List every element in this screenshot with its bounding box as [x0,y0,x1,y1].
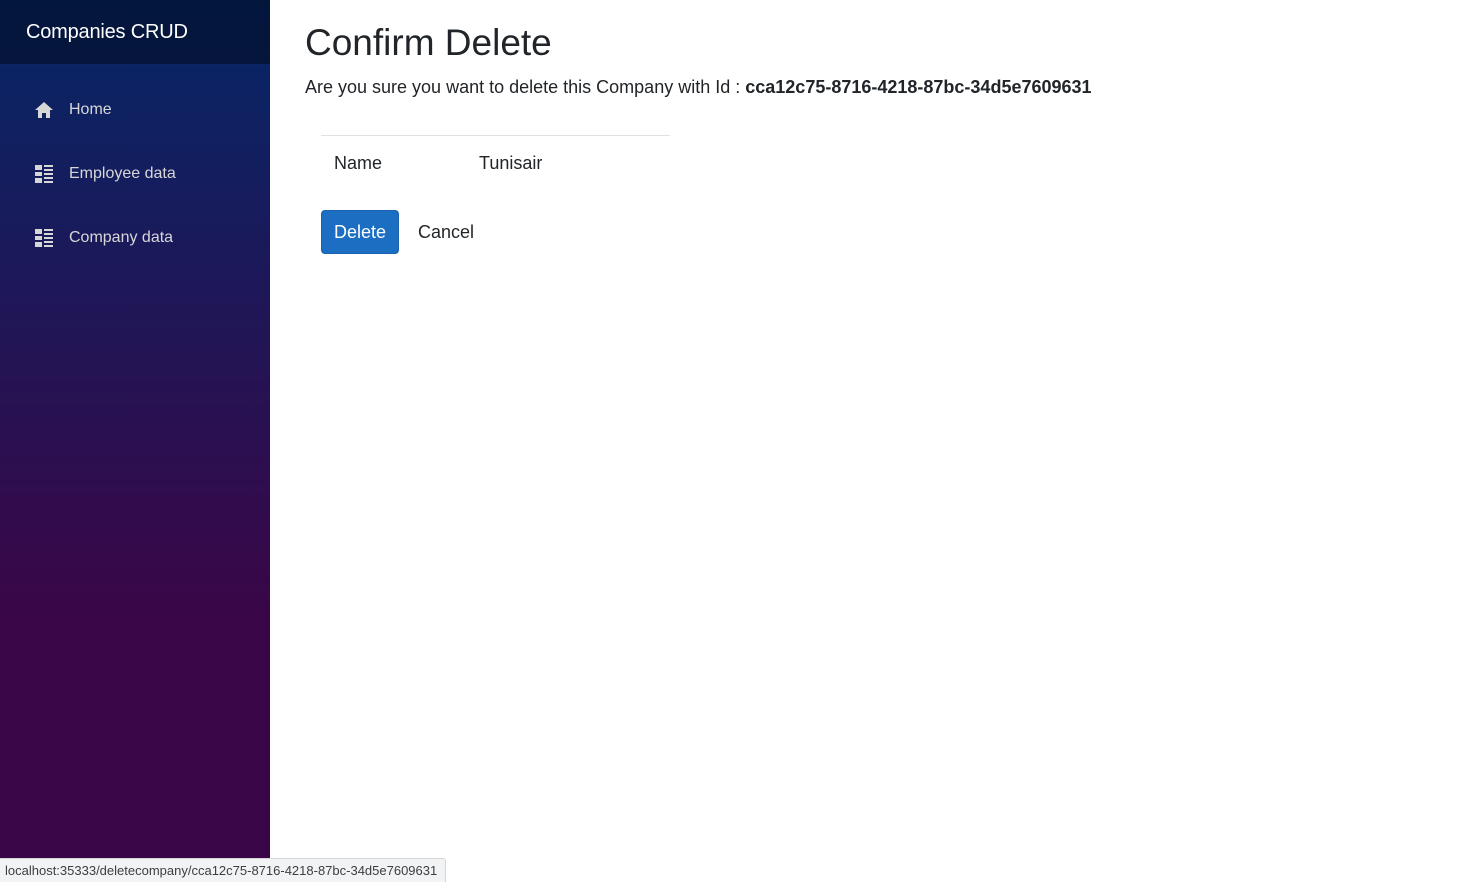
page-title: Confirm Delete [305,22,552,63]
sidebar-item-label: Employee data [69,165,176,182]
list-icon [33,227,55,249]
top-brand-bar: Companies CRUD [0,0,270,64]
sidebar-item-home[interactable]: Home [0,78,270,142]
delete-button[interactable]: Delete [321,210,399,254]
detail-label: Name [334,153,383,173]
sidebar-item-employee-data[interactable]: Employee data [0,142,270,206]
form-actions: Delete Cancel [321,210,1477,254]
brand-link[interactable]: Companies CRUD [26,21,188,44]
app-root: Companies CRUD Home Employee data Compan… [0,0,1477,882]
delete-prompt-text: Are you sure you want to delete this Com… [305,77,741,97]
sidebar-item-label: Company data [69,229,174,246]
company-id: cca12c75-8716-4218-87bc-34d5e7609631 [745,77,1092,97]
status-url: localhost:35333/deletecompany/cca12c75-8… [5,863,438,878]
list-icon [33,163,55,185]
main-content: Confirm Delete Are you sure you want to … [305,0,1477,254]
sidebar: Companies CRUD Home Employee data Compan… [0,0,270,882]
cancel-link[interactable]: Cancel [418,222,474,243]
company-details: Name Tunisair [321,135,670,191]
delete-prompt: Are you sure you want to delete this Com… [305,75,1477,99]
home-icon [33,99,55,121]
browser-status-bar: localhost:35333/deletecompany/cca12c75-8… [0,858,447,882]
detail-row: Name Tunisair [321,136,670,191]
nav-menu: Home Employee data Company data [0,64,270,270]
sidebar-item-company-data[interactable]: Company data [0,206,270,270]
sidebar-item-label: Home [69,101,112,118]
detail-value: Tunisair [479,153,543,173]
